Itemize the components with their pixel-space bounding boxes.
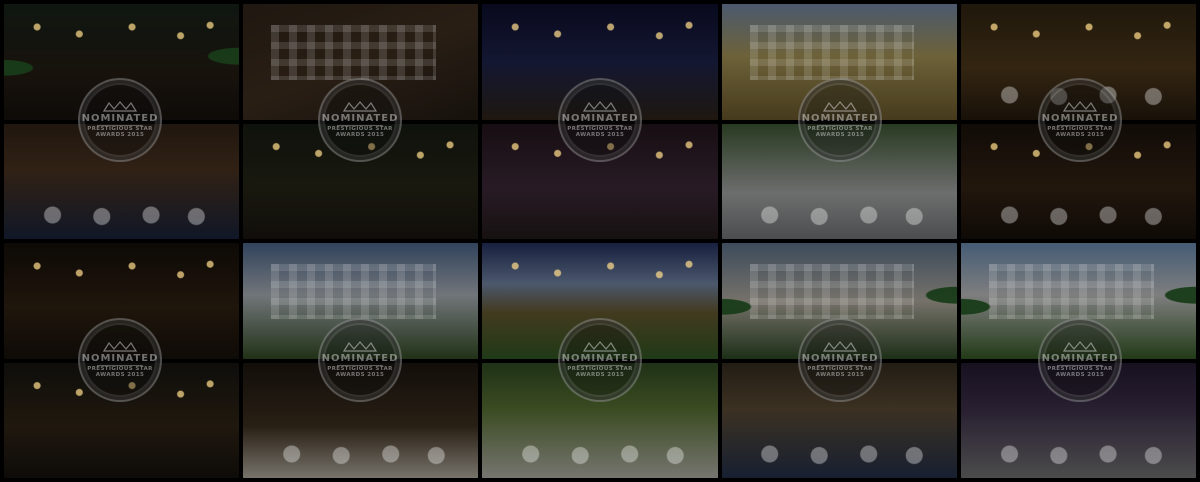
crown-icon [102, 100, 138, 113]
nomination-badge: NOMINATED PRESTIGIOUS STAR AWARDS 2015 [798, 78, 882, 162]
badge-main-label: NOMINATED [1041, 112, 1119, 124]
crown-icon [102, 340, 138, 353]
crown-icon [822, 100, 858, 113]
badge-main-label: NOMINATED [321, 112, 399, 124]
crown-icon [342, 100, 378, 113]
badge-main-label: NOMINATED [801, 352, 879, 364]
badge-year-label: AWARDS 2015 [575, 371, 625, 378]
crown-icon [582, 100, 618, 113]
photo-mosaic: NOMINATED PRESTIGIOUS STAR AWARDS 2015 N… [0, 0, 1200, 482]
badge-year-label: AWARDS 2015 [815, 371, 865, 378]
nomination-badge: NOMINATED PRESTIGIOUS STAR AWARDS 2015 [78, 318, 162, 402]
badge-year-label: AWARDS 2015 [335, 131, 385, 138]
badge-year-label: AWARDS 2015 [335, 371, 385, 378]
badge-year-label: AWARDS 2015 [1055, 131, 1105, 138]
badge-main-label: NOMINATED [561, 352, 639, 364]
badge-year-label: AWARDS 2015 [1055, 371, 1105, 378]
crown-icon [342, 340, 378, 353]
badge-main-label: NOMINATED [801, 112, 879, 124]
badge-year-label: AWARDS 2015 [95, 131, 145, 138]
nomination-badge: NOMINATED PRESTIGIOUS STAR AWARDS 2015 [1038, 318, 1122, 402]
badge-year-label: AWARDS 2015 [575, 131, 625, 138]
crown-icon [582, 340, 618, 353]
nomination-badge: NOMINATED PRESTIGIOUS STAR AWARDS 2015 [798, 318, 882, 402]
nomination-badge: NOMINATED PRESTIGIOUS STAR AWARDS 2015 [78, 78, 162, 162]
badge-year-label: AWARDS 2015 [95, 371, 145, 378]
crown-icon [822, 340, 858, 353]
crown-icon [1062, 100, 1098, 113]
nomination-badge: NOMINATED PRESTIGIOUS STAR AWARDS 2015 [558, 78, 642, 162]
nomination-badge: NOMINATED PRESTIGIOUS STAR AWARDS 2015 [558, 318, 642, 402]
nomination-badge: NOMINATED PRESTIGIOUS STAR AWARDS 2015 [1038, 78, 1122, 162]
badge-main-label: NOMINATED [81, 352, 159, 364]
crown-icon [1062, 340, 1098, 353]
badge-main-label: NOMINATED [1041, 352, 1119, 364]
nomination-badge: NOMINATED PRESTIGIOUS STAR AWARDS 2015 [318, 318, 402, 402]
nomination-badge: NOMINATED PRESTIGIOUS STAR AWARDS 2015 [318, 78, 402, 162]
badge-main-label: NOMINATED [321, 352, 399, 364]
badge-main-label: NOMINATED [81, 112, 159, 124]
badge-main-label: NOMINATED [561, 112, 639, 124]
badge-year-label: AWARDS 2015 [815, 131, 865, 138]
